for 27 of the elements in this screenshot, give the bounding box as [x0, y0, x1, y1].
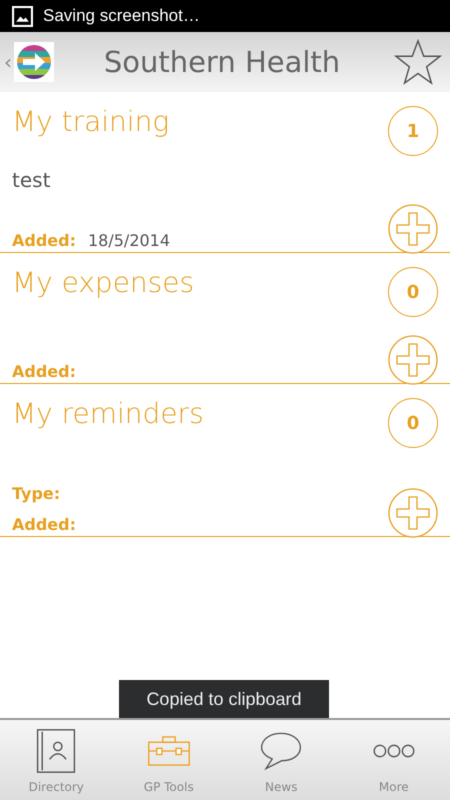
back-button[interactable]: ‹ — [4, 50, 12, 74]
section-title: My training — [12, 104, 170, 140]
add-button[interactable] — [388, 488, 438, 538]
count-badge: 0 — [388, 267, 438, 317]
field-label: Added: — [12, 231, 76, 250]
entry-text: test — [12, 168, 50, 192]
field-label: Added: — [12, 515, 76, 534]
more-icon — [372, 742, 416, 760]
star-icon[interactable] — [394, 38, 442, 86]
section-title: My reminders — [12, 396, 204, 432]
notification-text: Saving screenshot… — [43, 6, 200, 26]
app-title: Southern Health — [102, 45, 342, 79]
tab[interactable]: Directory — [0, 720, 112, 800]
logo-icon — [14, 42, 54, 82]
count-badge: 0 — [388, 398, 438, 448]
add-button[interactable] — [388, 204, 438, 254]
tab[interactable]: News — [225, 720, 338, 800]
field-value: 18/5/2014 — [88, 231, 170, 250]
tab[interactable]: More — [338, 720, 450, 800]
field-label: Added: — [12, 362, 76, 381]
image-icon — [12, 6, 33, 26]
tab[interactable]: GP Tools — [112, 720, 225, 800]
field-label: Type: — [12, 484, 60, 503]
toast-message: Copied to clipboard — [119, 680, 329, 718]
count-badge: 1 — [388, 106, 438, 156]
section-title: My expenses — [12, 265, 194, 301]
add-button[interactable] — [388, 335, 438, 385]
